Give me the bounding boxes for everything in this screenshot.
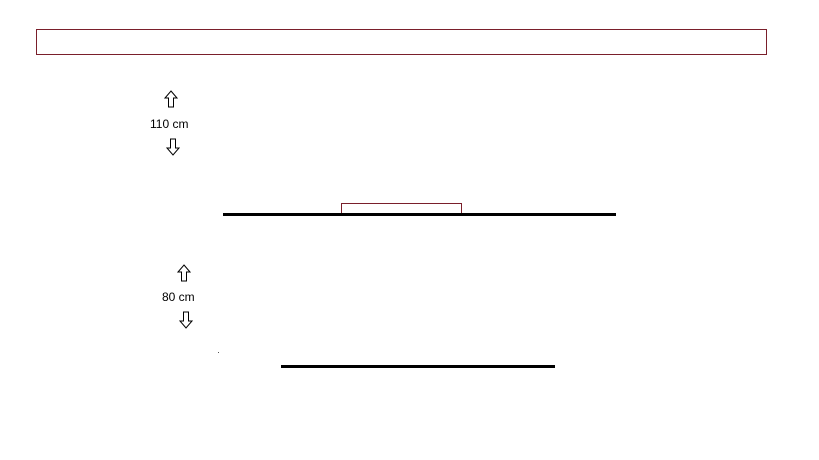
diagram-canvas: 110 cm 80 cm [0, 0, 819, 460]
upper-horizontal-line [223, 213, 616, 216]
lower-horizontal-line [281, 365, 555, 368]
up-arrow-icon [177, 264, 191, 282]
down-arrow-icon [179, 311, 193, 329]
measure-label-80: 80 cm [162, 290, 195, 304]
measure-label-110: 110 cm [150, 117, 189, 131]
down-arrow-icon [166, 138, 180, 156]
stray-dot [218, 352, 219, 353]
top-frame-bar [36, 29, 767, 55]
up-arrow-icon [164, 90, 178, 108]
